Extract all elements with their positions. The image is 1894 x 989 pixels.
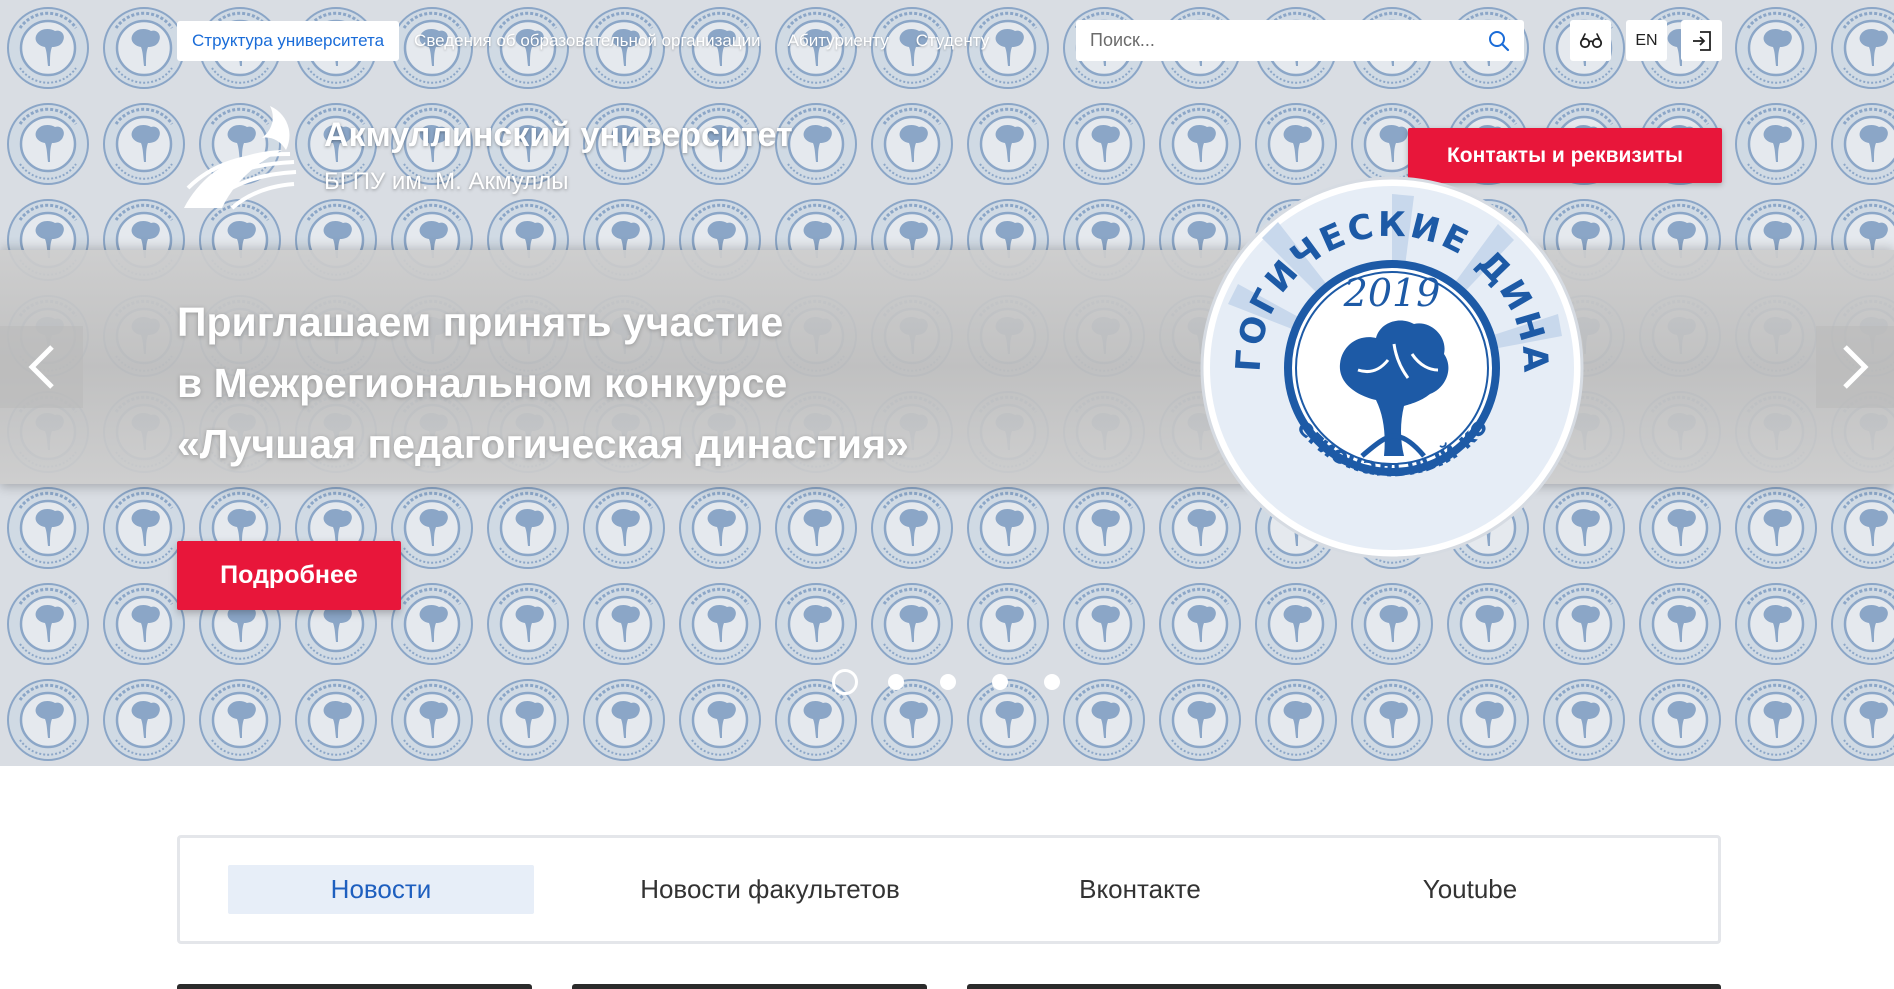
slide-headline: Приглашаем принять участие в Межрегионал… xyxy=(177,292,909,475)
search-icon[interactable] xyxy=(1488,30,1510,52)
slide-headline-line: в Межрегиональном конкурсе xyxy=(177,360,788,406)
slider-dot[interactable] xyxy=(832,669,858,695)
university-subtitle: БГПУ им. М. Акмуллы xyxy=(324,168,569,195)
news-card[interactable] xyxy=(967,984,1721,989)
university-logo[interactable] xyxy=(182,104,298,210)
search-box xyxy=(1076,20,1524,61)
nav-structure-link[interactable]: Структура университета xyxy=(177,20,400,61)
news-cards-strip xyxy=(177,984,1721,989)
login-button[interactable] xyxy=(1681,20,1722,61)
slider-next-button[interactable] xyxy=(1816,326,1894,408)
chevron-right-icon xyxy=(1843,345,1869,389)
pedagogical-dynasties-emblem: ПЕДАГОГИЧЕСКИЕ ДИНАСТИИ Межрегиональный … xyxy=(1198,174,1584,560)
slider-pagination xyxy=(832,669,1096,695)
chevron-left-icon xyxy=(27,345,54,389)
nav-student-link[interactable]: Студенту xyxy=(916,31,989,51)
slide-headline-line: Приглашаем принять участие xyxy=(177,299,784,345)
news-tabs: Новости Новости факультетов Вконтакте Yo… xyxy=(177,835,1721,944)
language-button[interactable]: EN xyxy=(1626,20,1667,61)
tab-faculty-news[interactable]: Новости факультетов xyxy=(610,865,930,914)
slider-dot[interactable] xyxy=(1044,674,1060,690)
tab-youtube[interactable]: Youtube xyxy=(1350,865,1590,914)
news-card[interactable] xyxy=(177,984,532,989)
slider-dot[interactable] xyxy=(888,674,904,690)
login-icon xyxy=(1692,30,1711,51)
visually-impaired-button[interactable] xyxy=(1570,20,1611,61)
slider-dot[interactable] xyxy=(940,674,956,690)
glasses-icon xyxy=(1579,32,1602,48)
slider-prev-button[interactable] xyxy=(0,326,83,408)
slide-headline-line: «Лучшая педагогическая династия» xyxy=(177,421,909,467)
university-name: Акмуллинский университет xyxy=(324,116,793,154)
nav-applicant-link[interactable]: Абитуриенту xyxy=(788,31,889,51)
emblem-year: 2019 xyxy=(1343,271,1441,315)
hero-slider: Структура университета Сведения об образ… xyxy=(0,0,1894,766)
more-button[interactable]: Подробнее xyxy=(177,541,401,610)
tab-vkontakte[interactable]: Вконтакте xyxy=(1020,865,1260,914)
nav-organization-info-link[interactable]: Сведения об образовательной организации xyxy=(414,31,761,51)
tab-news[interactable]: Новости xyxy=(228,865,534,914)
news-card[interactable] xyxy=(572,984,927,989)
slider-dot[interactable] xyxy=(992,674,1008,690)
search-input[interactable] xyxy=(1090,30,1488,51)
top-navigation: Структура университета Сведения об образ… xyxy=(177,20,1016,61)
